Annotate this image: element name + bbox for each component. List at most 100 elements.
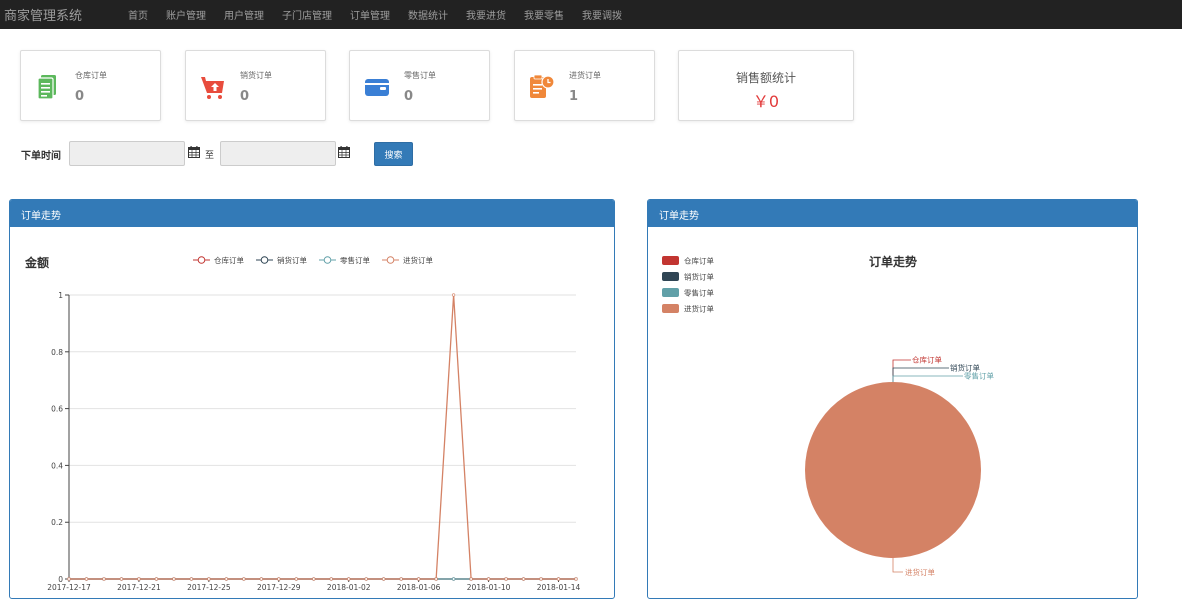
legend-label: 销货订单 bbox=[277, 255, 307, 265]
nav-item-account[interactable]: 账户管理 bbox=[166, 7, 206, 22]
legend-swatch-marker bbox=[323, 256, 332, 264]
data-point bbox=[207, 577, 211, 581]
data-point bbox=[312, 577, 316, 581]
data-point bbox=[224, 577, 228, 581]
y-tick-label: 0.6 bbox=[51, 405, 63, 414]
x-tick-label: 2018-01-10 bbox=[467, 583, 511, 592]
panel-title: 订单走势 bbox=[648, 200, 1137, 227]
top-navbar: 商家管理系统 首页 账户管理 用户管理 子门店管理 订单管理 数据统计 我要进货… bbox=[0, 0, 1182, 29]
nav-item-transfer[interactable]: 我要调拨 bbox=[582, 7, 622, 22]
legend-label: 仓库订单 bbox=[214, 255, 244, 265]
x-tick-label: 2018-01-14 bbox=[537, 583, 581, 592]
order-trend-pie-chart: 订单走势仓库订单销货订单零售订单进货订单仓库订单销货订单零售订单进货订单 bbox=[662, 254, 994, 577]
data-point bbox=[347, 577, 351, 581]
legend-swatch-marker bbox=[386, 256, 395, 264]
legend-label: 零售订单 bbox=[684, 288, 714, 298]
legend-swatch bbox=[662, 256, 679, 265]
stat-card-retail-orders: 零售订单 0 bbox=[349, 50, 490, 121]
data-point bbox=[242, 577, 246, 581]
legend-item: 仓库订单 bbox=[662, 256, 714, 266]
legend-label: 零售订单 bbox=[340, 255, 370, 265]
nav-item-orders[interactable]: 订单管理 bbox=[350, 7, 390, 22]
legend-swatch bbox=[662, 304, 679, 313]
order-trend-line-chart: 金额 仓库订单 销货订单 零售订单 进货订单00.20.40.60.812017-12-… bbox=[24, 255, 581, 592]
cart-upload-icon bbox=[201, 77, 224, 99]
y-tick-label: 0.8 bbox=[51, 348, 63, 357]
data-point bbox=[417, 577, 421, 581]
nav-item-purchase[interactable]: 我要进货 bbox=[466, 7, 506, 22]
data-point bbox=[399, 577, 403, 581]
legend-swatch bbox=[662, 272, 679, 281]
stat-card-sales-orders: 销货订单 0 bbox=[185, 50, 326, 121]
pie-slice-label: 进货订单 bbox=[905, 567, 935, 577]
legend-swatch-marker bbox=[260, 256, 269, 264]
calendar-icon[interactable] bbox=[338, 146, 350, 158]
legend-item: 零售订单 bbox=[662, 288, 714, 298]
end-date-input[interactable] bbox=[220, 141, 336, 166]
stat-value: 1 bbox=[569, 89, 579, 104]
pie-slice bbox=[805, 382, 981, 558]
data-point bbox=[102, 577, 106, 581]
legend-label: 销货订单 bbox=[684, 272, 714, 282]
legend-swatch bbox=[662, 288, 679, 297]
data-point bbox=[189, 577, 193, 581]
x-tick-label: 2018-01-02 bbox=[327, 583, 371, 592]
chart-title: 订单走势 bbox=[869, 254, 917, 269]
stat-card-warehouse-orders: 仓库订单 0 bbox=[20, 50, 161, 121]
stat-value: 0 bbox=[75, 89, 85, 104]
search-button[interactable]: 搜索 bbox=[374, 142, 413, 166]
data-point bbox=[172, 577, 176, 581]
data-point bbox=[504, 577, 508, 581]
data-point bbox=[329, 577, 333, 581]
nav-item-users[interactable]: 用户管理 bbox=[224, 7, 264, 22]
document-icon bbox=[37, 75, 56, 100]
legend-item: 零售订单 bbox=[319, 255, 370, 265]
data-point bbox=[434, 577, 438, 581]
y-tick-label: 1 bbox=[58, 291, 63, 300]
sales-total-title: 销售额统计 bbox=[735, 71, 796, 85]
legend-item: 仓库订单 bbox=[193, 255, 244, 265]
date-range-separator: 至 bbox=[205, 151, 215, 161]
y-tick-label: 0.2 bbox=[51, 518, 63, 527]
start-date-input[interactable] bbox=[69, 141, 185, 166]
legend-item: 进货订单 bbox=[382, 255, 433, 265]
x-tick-label: 2017-12-29 bbox=[257, 583, 301, 592]
nav-item-home[interactable]: 首页 bbox=[128, 7, 148, 22]
pie-slice-label: 零售订单 bbox=[964, 371, 994, 381]
legend-item: 销货订单 bbox=[662, 272, 714, 282]
data-point bbox=[364, 577, 368, 581]
x-tick-label: 2017-12-21 bbox=[117, 583, 161, 592]
legend-label: 仓库订单 bbox=[684, 256, 714, 266]
data-point bbox=[277, 577, 281, 581]
data-point bbox=[382, 577, 386, 581]
order-time-filter: 下单时间 至 搜索 bbox=[0, 141, 600, 167]
stat-label: 零售订单 bbox=[404, 71, 436, 80]
brand-title[interactable]: 商家管理系统 bbox=[4, 5, 128, 24]
data-point bbox=[452, 293, 456, 297]
y-tick-label: 0.4 bbox=[51, 461, 63, 470]
legend-label: 进货订单 bbox=[403, 255, 433, 265]
x-tick-label: 2018-01-06 bbox=[397, 583, 441, 592]
stat-label: 仓库订单 bbox=[75, 71, 107, 80]
panel-title: 订单走势 bbox=[10, 200, 614, 227]
data-point bbox=[294, 577, 298, 581]
data-point bbox=[154, 577, 159, 581]
data-point bbox=[137, 577, 141, 581]
label-leader-line bbox=[892, 367, 949, 382]
nav-item-substores[interactable]: 子门店管理 bbox=[282, 7, 332, 22]
stat-label: 进货订单 bbox=[569, 71, 601, 80]
data-point bbox=[556, 577, 561, 581]
order-time-label: 下单时间 bbox=[21, 151, 61, 162]
data-point bbox=[67, 577, 71, 581]
data-point bbox=[259, 577, 263, 581]
nav-item-statistics[interactable]: 数据统计 bbox=[408, 7, 448, 22]
data-point bbox=[469, 577, 473, 581]
chart-title: 金额 bbox=[24, 255, 49, 270]
data-point bbox=[452, 577, 456, 581]
legend-item: 进货订单 bbox=[662, 304, 714, 314]
data-point bbox=[119, 577, 124, 581]
data-point bbox=[521, 577, 526, 581]
calendar-icon[interactable] bbox=[188, 146, 200, 158]
nav-item-retail[interactable]: 我要零售 bbox=[524, 7, 564, 22]
legend-swatch-marker bbox=[197, 256, 206, 264]
